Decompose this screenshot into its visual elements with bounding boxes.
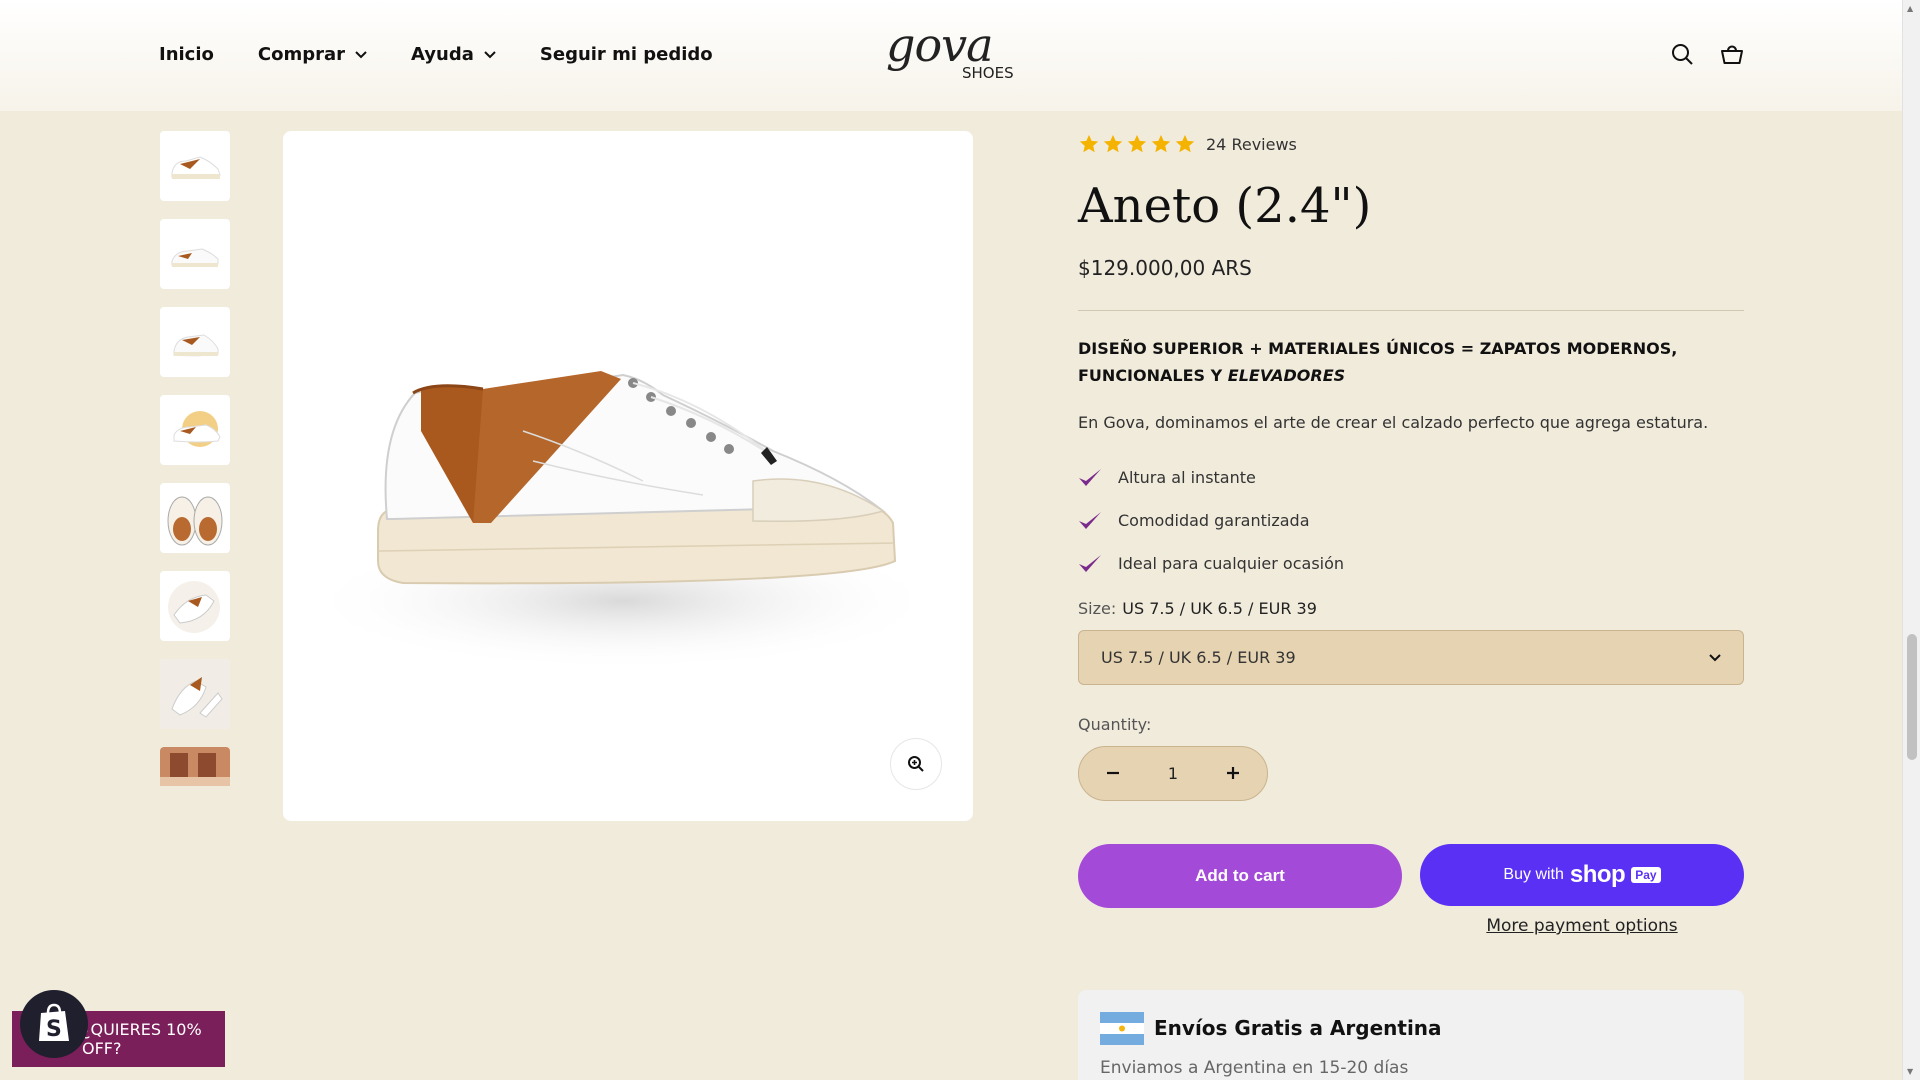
nav-item-seguir-pedido[interactable]: Seguir mi pedido [540,44,713,65]
thumbnail[interactable] [160,131,230,201]
purchase-buttons: Add to cart Buy with shop Pay [1078,844,1744,908]
more-payment-options-link[interactable]: More payment options [1420,916,1744,936]
thumbnail[interactable] [160,307,230,377]
product-info: 24 Reviews Aneto (2.4") $129.000,00 ARS … [1078,128,1744,936]
size-label-text: Size: [1078,599,1117,618]
scroll-down-icon[interactable]: ▼ [1907,1067,1913,1076]
scroll-up-icon[interactable]: ▲ [1907,4,1913,13]
star-rating [1078,133,1196,155]
feature-label: Comodidad garantizada [1118,511,1310,530]
chevron-down-icon [1709,653,1721,661]
chevron-down-icon [484,50,496,58]
main-nav: Inicio Comprar Ayuda Seguir mi pedido [159,44,713,65]
check-icon [1079,468,1101,486]
minus-icon[interactable] [1103,761,1123,786]
chevron-down-icon [355,50,367,58]
feature-item: Ideal para cualquier ocasión [1078,542,1744,585]
star-icon [1103,134,1123,153]
nav-label: Ayuda [411,44,474,65]
sneaker-image [303,371,943,671]
nav-item-comprar[interactable]: Comprar [258,44,367,65]
product-main-image[interactable] [283,131,973,821]
star-icon [1175,134,1195,153]
shop-logo: shop [1569,861,1626,888]
shipping-banner: Envíos Gratis a Argentina Enviamos a Arg… [1078,990,1744,1080]
buy-with-label: Buy with [1503,866,1564,883]
thumbnail[interactable] [160,219,230,289]
logo-sub: SHOES [962,64,1014,82]
svg-text:S: S [46,1017,62,1042]
quantity-input[interactable]: 1 [1168,764,1178,783]
product-title: Aneto (2.4") [1078,178,1372,234]
headline-main: DISEÑO SUPERIOR + MATERIALES ÚNICOS = ZA… [1078,339,1678,385]
nav-label: Seguir mi pedido [539,44,713,65]
nav-item-inicio[interactable]: Inicio [159,44,214,65]
feature-item: Comodidad garantizada [1078,499,1744,542]
feature-item: Altura al instante [1078,456,1744,499]
scrollbar-thumb[interactable] [1907,634,1917,760]
star-icon [1151,134,1171,153]
thumbnail[interactable] [160,483,230,553]
shopify-icon[interactable]: S [20,990,88,1058]
header-actions [1670,42,1744,66]
shipping-title: Envíos Gratis a Argentina [1154,1016,1442,1040]
feature-list: Altura al instante Comodidad garantizada… [1078,456,1744,585]
nav-label: Inicio [159,44,214,65]
size-label: Size: US 7.5 / UK 6.5 / EUR 39 [1078,599,1744,618]
check-icon [1079,554,1101,572]
plus-icon[interactable] [1223,761,1243,786]
product-price: $129.000,00 ARS [1078,256,1252,280]
nav-label: Comprar [257,44,346,65]
headline-emphasis: ELEVADORES [1227,366,1346,385]
thumbnail[interactable] [160,659,230,729]
site-header: Inicio Comprar Ayuda Seguir mi pedido go… [0,0,1902,111]
zoom-icon [908,756,924,772]
thumbnail-list [160,131,230,786]
reviews-count: 24 Reviews [1206,134,1297,154]
quantity-label: Quantity: [1078,715,1152,734]
feature-label: Ideal para cualquier ocasión [1118,554,1345,573]
brand-logo[interactable]: gova SHOES [884,18,1024,84]
quantity-stepper: 1 [1078,746,1268,801]
shop-pay-button[interactable]: Buy with shop Pay [1420,844,1744,906]
pay-badge: Pay [1631,867,1661,883]
feature-label: Altura al instante [1118,468,1256,487]
promo-label: ¿QUIERES 10% OFF? [82,1020,202,1058]
size-select-value: US 7.5 / UK 6.5 / EUR 39 [1101,648,1296,667]
cart-icon[interactable] [1720,42,1744,66]
page-scrollbar[interactable]: ▲ ▼ [1902,0,1920,1080]
size-label-value: US 7.5 / UK 6.5 / EUR 39 [1122,599,1317,618]
rating-row[interactable]: 24 Reviews [1078,128,1744,160]
thumbnail[interactable] [160,395,230,465]
nav-item-ayuda[interactable]: Ayuda [411,44,496,65]
search-icon[interactable] [1670,42,1694,66]
star-icon [1127,134,1147,153]
argentina-flag-icon [1100,1012,1144,1045]
thumbnail[interactable] [160,571,230,641]
divider [1078,310,1744,311]
product-description: En Gova, dominamos el arte de crear el c… [1078,413,1709,432]
size-select[interactable]: US 7.5 / UK 6.5 / EUR 39 [1078,630,1744,685]
check-icon [1079,511,1101,529]
star-icon [1079,134,1099,153]
product-headline: DISEÑO SUPERIOR + MATERIALES ÚNICOS = ZA… [1078,335,1744,389]
shipping-subtitle: Enviamos a Argentina en 15-20 días [1100,1058,1409,1078]
thumbnail[interactable] [160,747,230,786]
add-to-cart-button[interactable]: Add to cart [1078,844,1402,908]
zoom-button[interactable] [890,738,942,790]
